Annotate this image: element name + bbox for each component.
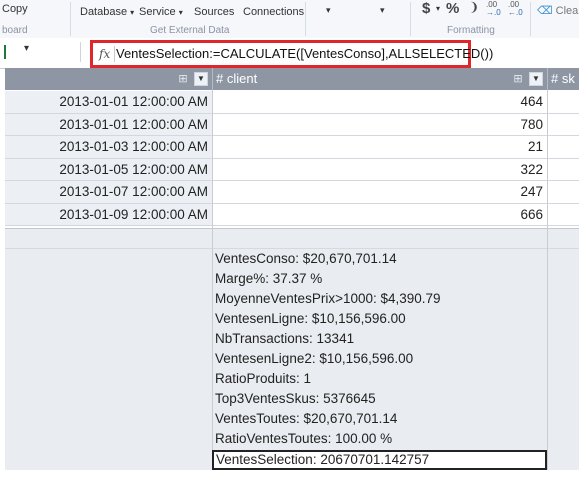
table-cell-client[interactable]: 464: [212, 91, 547, 114]
formula-divider: [114, 46, 115, 62]
chevron-down-icon[interactable]: ▾: [24, 43, 29, 54]
increase-decimal-icon[interactable]: .00 →.0: [486, 1, 501, 17]
table-cell-sku[interactable]: [547, 113, 579, 136]
table-cell-date[interactable]: 2013-01-05 12:00:00 AM: [5, 158, 212, 181]
grid-divider: [5, 228, 579, 229]
cursor-marker: [4, 45, 6, 59]
table-cell-date[interactable]: 2013-01-03 12:00:00 AM: [5, 136, 212, 159]
table-icon: ⊞: [513, 73, 523, 85]
chevron-down-icon: ▾: [178, 8, 183, 17]
table-cell-client[interactable]: 247: [212, 181, 547, 204]
format-dropdown-1[interactable]: ▾: [326, 5, 331, 16]
table-cell-sku[interactable]: [547, 203, 579, 226]
measure-cell[interactable]: RatioVentesToutes: 100.00 %: [212, 429, 547, 449]
column-header-label: # sk: [551, 71, 575, 86]
clipboard-group-label: board: [2, 25, 28, 36]
clear-button[interactable]: ⌫ Clea: [537, 4, 578, 17]
table-cell-client[interactable]: 780: [212, 113, 547, 136]
filter-dropdown-icon[interactable]: ▼: [529, 72, 543, 86]
table-cell-client[interactable]: 322: [212, 158, 547, 181]
table-cell-date[interactable]: 2013-01-07 12:00:00 AM: [5, 181, 212, 204]
measure-cell[interactable]: VentesenLigne: $10,156,596.00: [212, 309, 547, 329]
table-cell-sku[interactable]: [547, 136, 579, 159]
formatting-group-label: Formatting: [447, 25, 495, 36]
percent-format-icon[interactable]: %: [446, 0, 459, 17]
formula-input[interactable]: VentesSelection:=CALCULATE([VentesConso]…: [116, 46, 493, 61]
table-cell-date[interactable]: 2013-01-01 12:00:00 AM: [5, 113, 212, 136]
ribbon-separator: [410, 2, 411, 36]
connections-button[interactable]: Connections: [243, 6, 304, 18]
measure-cell[interactable]: RatioProduits: 1: [212, 369, 547, 389]
table-cell-date[interactable]: 2013-01-09 12:00:00 AM: [5, 203, 212, 226]
measure-cell[interactable]: NbTransactions: 13341: [212, 329, 547, 349]
column-header-sku[interactable]: # sk: [547, 68, 579, 90]
eraser-icon: ⌫: [537, 5, 553, 17]
grid-divider: [547, 228, 548, 470]
chevron-down-icon[interactable]: ▾: [436, 4, 440, 13]
table-cell-client[interactable]: 666: [212, 203, 547, 226]
table-cell-date[interactable]: 2013-01-01 12:00:00 AM: [5, 91, 212, 114]
get-external-data-group-label: Get External Data: [150, 25, 230, 36]
ribbon-separator: [70, 2, 71, 36]
grid-divider: [212, 90, 213, 228]
measure-selector[interactable]: ▾: [0, 42, 81, 62]
service-button[interactable]: Service ▾: [139, 6, 183, 18]
filter-dropdown-icon[interactable]: ▼: [194, 72, 208, 86]
chevron-down-icon: ▾: [130, 8, 135, 17]
column-header-label: # client: [216, 71, 258, 86]
measure-cell-selected[interactable]: VentesSelection: 20670701.142757: [212, 450, 547, 470]
database-button[interactable]: Database ▾: [80, 6, 134, 18]
table-cell-client[interactable]: 21: [212, 136, 547, 159]
table-cell-sku[interactable]: [547, 181, 579, 204]
ribbon-separator: [530, 2, 531, 36]
table-cell-sku[interactable]: [547, 158, 579, 181]
grid-divider: [547, 90, 548, 228]
column-header-date[interactable]: ⊞ ▼: [5, 68, 212, 90]
measure-cell[interactable]: MoyenneVentesPrix>1000: $4,390.79: [212, 289, 547, 309]
format-dropdown-2[interactable]: ▾: [380, 5, 385, 16]
table-cell-sku[interactable]: [547, 91, 579, 114]
ribbon-separator: [305, 2, 306, 36]
measure-cell[interactable]: VentesenLigne2: $10,156,596.00: [212, 349, 547, 369]
fx-icon[interactable]: fx: [99, 47, 110, 61]
measure-cell[interactable]: VentesToutes: $20,670,701.14: [212, 409, 547, 429]
formula-highlight-box: fx VentesSelection:=CALCULATE([VentesCon…: [90, 40, 493, 68]
measure-cell[interactable]: Marge%: 37.37 %: [212, 269, 547, 289]
comma-format-icon[interactable]: ❩: [469, 0, 479, 14]
currency-format-icon[interactable]: $: [422, 0, 430, 17]
copy-button[interactable]: Copy: [2, 3, 28, 15]
decrease-decimal-icon[interactable]: .00 ←.0: [508, 1, 523, 17]
table-icon: ⊞: [178, 73, 188, 85]
sources-button[interactable]: Sources: [194, 6, 234, 18]
ribbon: Copy board Database ▾ Service ▾ Sources Co…: [0, 0, 579, 39]
measure-cell[interactable]: Top3VentesSkus: 5376645: [212, 389, 547, 409]
column-header-client[interactable]: # client ⊞ ▼: [212, 68, 547, 90]
measure-cell[interactable]: VentesConso: $20,670,701.14: [212, 249, 547, 269]
